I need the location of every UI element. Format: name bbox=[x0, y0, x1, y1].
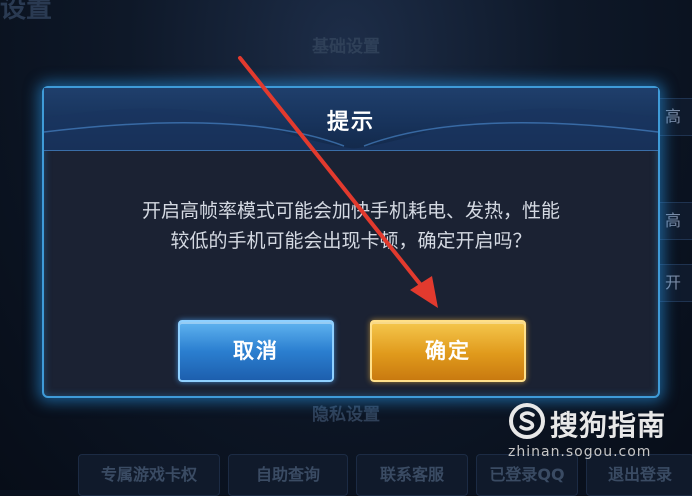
background-page-title: 设置 bbox=[0, 0, 53, 24]
confirm-dialog: 提示 开启高帧率模式可能会加快手机耗电、发热，性能 较低的手机可能会出现卡顿，确… bbox=[42, 86, 660, 398]
sogou-watermark: 搜狗指南 zhinan.sogou.com bbox=[508, 402, 678, 472]
watermark-url: zhinan.sogou.com bbox=[508, 444, 652, 460]
sogou-logo-icon bbox=[509, 403, 545, 439]
dialog-message: 开启高帧率模式可能会加快手机耗电、发热，性能 较低的手机可能会出现卡顿，确定开启… bbox=[84, 196, 618, 256]
confirm-button[interactable]: 确定 bbox=[370, 320, 526, 382]
dialog-title: 提示 bbox=[326, 110, 375, 135]
watermark-brand: 搜狗指南 bbox=[550, 409, 667, 442]
cancel-button[interactable]: 取消 bbox=[178, 320, 334, 382]
background-section-basic: 基础设置 bbox=[312, 37, 380, 57]
dialog-header: 提示 bbox=[44, 88, 658, 151]
dialog-message-line-1: 开启高帧率模式可能会加快手机耗电、发热，性能 bbox=[141, 200, 560, 222]
dialog-message-line-2: 较低的手机可能会出现卡顿，确定开启吗？ bbox=[170, 230, 532, 252]
